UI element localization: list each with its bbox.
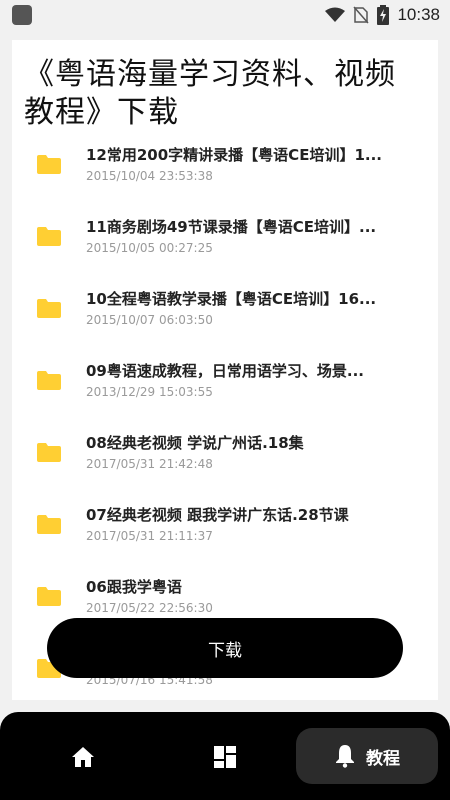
file-name: 10全程粤语教学录播【粤语CE培训】16... <box>86 290 377 308</box>
no-sim-icon <box>353 6 370 24</box>
folder-icon <box>37 515 61 534</box>
content-card: 《粤语海量学习资料、视频教程》下载 12常用200字精讲录播【粤语CE培训】1.… <box>12 40 438 700</box>
file-name: 11商务剧场49节课录播【粤语CE培训】... <box>86 218 377 236</box>
file-name: 12常用200字精讲录播【粤语CE培训】1... <box>86 146 382 164</box>
folder-icon <box>37 155 61 174</box>
nav-tutorial[interactable]: 教程 <box>296 728 438 784</box>
list-item[interactable]: 12常用200字精讲录播【粤语CE培训】1... 2015/10/04 23:5… <box>12 144 438 200</box>
wifi-icon <box>325 7 346 22</box>
home-icon <box>72 747 94 767</box>
folder-icon <box>37 371 61 390</box>
download-button[interactable]: 下载 <box>47 618 403 678</box>
bell-icon <box>336 745 354 768</box>
file-date: 2015/10/07 06:03:50 <box>86 313 213 327</box>
file-date: 2017/05/22 22:56:30 <box>86 601 213 615</box>
file-date: 2015/10/05 00:27:25 <box>86 241 213 255</box>
list-item[interactable]: 11商务剧场49节课录播【粤语CE培训】... 2015/10/05 00:27… <box>12 216 438 272</box>
clock: 10:38 <box>397 5 440 24</box>
file-date: 2017/05/31 21:11:37 <box>86 529 213 543</box>
dashboard-icon <box>214 746 236 768</box>
folder-icon <box>37 299 61 318</box>
status-bar: 10:38 <box>0 0 450 30</box>
file-name: 09粤语速成教程，日常用语学习、场景... <box>86 362 364 380</box>
list-item[interactable]: 10全程粤语教学录播【粤语CE培训】16... 2015/10/07 06:03… <box>12 288 438 344</box>
list-item[interactable]: 09粤语速成教程，日常用语学习、场景... 2013/12/29 15:03:5… <box>12 360 438 416</box>
file-date: 2013/12/29 15:03:55 <box>86 385 213 399</box>
folder-icon <box>37 443 61 462</box>
file-name: 07经典老视频 跟我学讲广东话.28节课 <box>86 506 349 524</box>
nav-tutorial-label: 教程 <box>366 748 400 769</box>
list-item[interactable]: 08经典老视频 学说广州话.18集 2017/05/31 21:42:48 <box>12 432 438 488</box>
nav-dashboard[interactable] <box>202 742 248 772</box>
battery-charging-icon <box>377 5 390 25</box>
status-icons: 10:38 <box>325 5 440 25</box>
page-title: 《粤语海量学习资料、视频教程》下载 <box>24 57 396 130</box>
file-name: 08经典老视频 学说广州话.18集 <box>86 434 304 452</box>
nav-home[interactable] <box>60 742 106 772</box>
folder-icon <box>37 227 61 246</box>
folder-icon <box>37 587 61 606</box>
list-item[interactable]: 07经典老视频 跟我学讲广东话.28节课 2017/05/31 21:11:37 <box>12 504 438 560</box>
app-icon <box>12 5 32 25</box>
bottom-nav: 教程 <box>0 712 450 800</box>
file-name: 06跟我学粤语 <box>86 578 182 596</box>
file-date: 2017/05/31 21:42:48 <box>86 457 213 471</box>
file-date: 2015/10/04 23:53:38 <box>86 169 213 183</box>
